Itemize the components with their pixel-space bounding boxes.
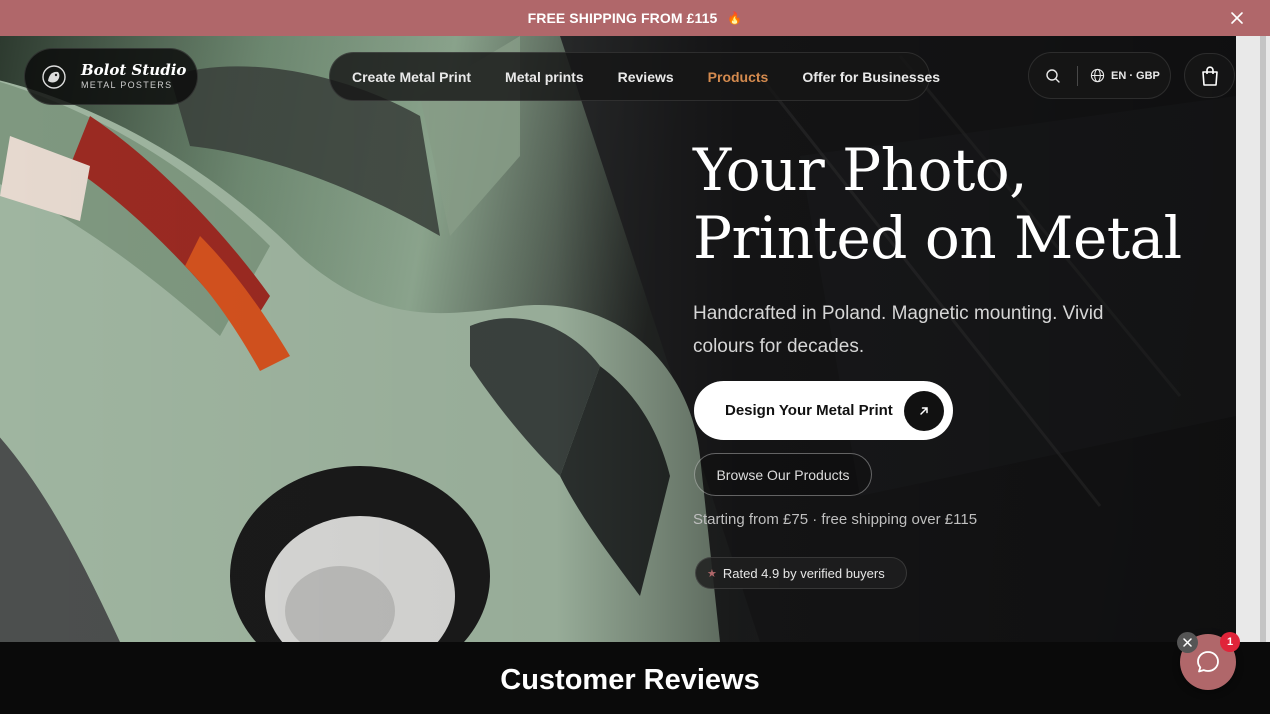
shopping-bag-icon <box>1201 65 1218 86</box>
design-metal-print-label: Design Your Metal Print <box>725 402 893 419</box>
chat-bubble-icon <box>1197 651 1219 673</box>
search-icon <box>1046 68 1060 83</box>
hero-subtitle: Handcrafted in Poland. Magnetic mounting… <box>693 303 1104 357</box>
search-button[interactable] <box>1029 52 1077 99</box>
logo-text: Bolot Studio METAL POSTERS <box>81 60 187 92</box>
close-icon <box>1231 12 1243 24</box>
language-label: EN · GBP <box>1111 69 1160 82</box>
lion-emblem-icon <box>42 64 66 89</box>
rating-badge: ★ Rated 4.9 by verified buyers <box>695 557 907 589</box>
pricing-note: Starting from £75 · free shipping over £… <box>693 511 978 528</box>
close-icon <box>1183 638 1192 647</box>
star-icon: ★ <box>707 567 717 580</box>
announcement-text: FREE SHIPPING FROM £115 <box>527 10 718 26</box>
announcement-bar: FREE SHIPPING FROM £115 🔥 <box>0 0 1270 36</box>
globe-icon <box>1090 68 1105 83</box>
browse-products-button[interactable]: Browse Our Products <box>694 453 872 496</box>
language-currency-selector[interactable]: EN · GBP <box>1078 68 1160 83</box>
hero-title-line-2: Printed on Metal <box>693 204 1182 272</box>
main-nav: Create Metal Print Metal prints Reviews … <box>329 52 940 101</box>
cart-button[interactable] <box>1184 53 1235 98</box>
scrollbar-thumb[interactable] <box>1260 36 1266 642</box>
logo[interactable]: Bolot Studio METAL POSTERS <box>24 48 198 105</box>
header-tools: EN · GBP <box>1028 52 1171 99</box>
design-metal-print-button[interactable]: Design Your Metal Print <box>694 381 953 440</box>
close-announcement-button[interactable] <box>1228 9 1246 27</box>
brand-name: Bolot Studio <box>81 60 187 79</box>
reviews-heading: Customer Reviews <box>500 664 760 696</box>
customer-reviews-section: Customer Reviews <box>0 642 1270 714</box>
fire-icon: 🔥 <box>727 11 743 25</box>
arrow-up-right-icon <box>904 391 944 431</box>
nav-products[interactable]: Products <box>708 69 769 85</box>
hero-title: Your Photo, Printed on Metal <box>693 136 1182 272</box>
nav-create-metal-print[interactable]: Create Metal Print <box>352 69 471 85</box>
scrollbar[interactable] <box>1236 36 1270 642</box>
nav-metal-prints[interactable]: Metal prints <box>505 69 584 85</box>
nav-offer-for-businesses[interactable]: Offer for Businesses <box>802 69 940 85</box>
hero-title-line-1: Your Photo, <box>693 136 1028 204</box>
close-chat-button[interactable] <box>1177 632 1198 653</box>
nav-reviews[interactable]: Reviews <box>618 69 674 85</box>
rating-text: Rated 4.9 by verified buyers <box>722 565 885 581</box>
notification-badge: 1 <box>1220 632 1240 652</box>
brand-tagline: METAL POSTERS <box>81 79 173 90</box>
page: FREE SHIPPING FROM £115 🔥 Bolot Studio M… <box>0 0 1270 714</box>
